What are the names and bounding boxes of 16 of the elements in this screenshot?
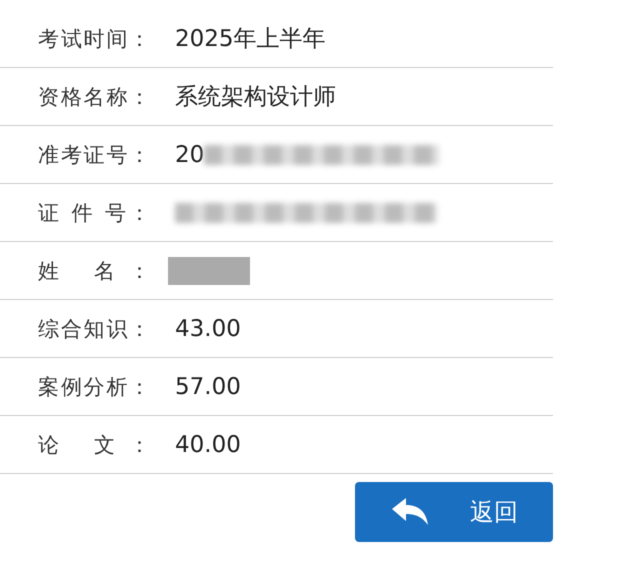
field-label: 准考证号： — [38, 142, 150, 168]
field-value: 2025年上半年 — [175, 25, 326, 54]
field-value: 43.00 — [175, 316, 241, 342]
field-value: 57.00 — [175, 374, 241, 400]
field-label: 综合知识： — [38, 316, 150, 342]
field-label: 考试时间： — [38, 26, 150, 52]
back-arrow-icon — [390, 497, 430, 527]
field-label: 姓 名： — [38, 258, 150, 284]
field-value: 系统架构设计师 — [175, 83, 336, 112]
back-button[interactable]: 返回 — [355, 482, 553, 542]
field-label: 案例分析： — [38, 374, 150, 400]
field-label: 论 文： — [38, 432, 150, 458]
field-value: 20 — [175, 142, 204, 168]
field-label: 资格名称： — [38, 84, 150, 110]
field-label: 证 件 号： — [38, 200, 150, 226]
field-value: 40.00 — [175, 432, 241, 458]
